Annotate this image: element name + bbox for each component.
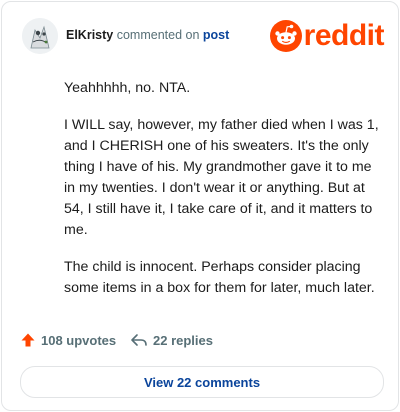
post-link[interactable]: post: [203, 28, 229, 42]
reddit-snoo-icon: [269, 20, 302, 52]
comment-paragraph: The child is innocent. Perhaps consider …: [64, 259, 375, 296]
reply-arrow-icon: [131, 334, 147, 346]
view-comments-button[interactable]: View 22 comments: [20, 366, 384, 398]
reddit-wordmark: reddit: [303, 19, 385, 52]
comment-paragraph: Yeahhhhh, no. NTA.: [64, 80, 191, 96]
upvote-label: 108 upvotes: [41, 332, 117, 348]
comment-footer: 108 upvotes 22 replies: [20, 332, 380, 352]
username-link[interactable]: ElKristy: [66, 28, 113, 42]
byline-action: commented on: [116, 28, 200, 42]
comment-paragraph: I WILL say, however, my father died when…: [64, 117, 379, 238]
reddit-logo[interactable]: reddit: [269, 18, 385, 54]
comment-byline: ElKristy commented on post: [66, 28, 229, 42]
upvote-arrow-icon: [21, 333, 35, 347]
comment-card: ElKristy commented on post reddit Yeahhh…: [1, 1, 399, 411]
reply-label: 22 replies: [153, 332, 213, 348]
comment-body: Yeahhhhh, no. NTA. I WILL say, however, …: [64, 78, 382, 315]
user-avatar[interactable]: [22, 18, 58, 54]
comment-header: ElKristy commented on post reddit: [22, 18, 385, 54]
reply-count[interactable]: 22 replies: [130, 332, 213, 348]
upvote-count[interactable]: 108 upvotes: [20, 332, 116, 348]
